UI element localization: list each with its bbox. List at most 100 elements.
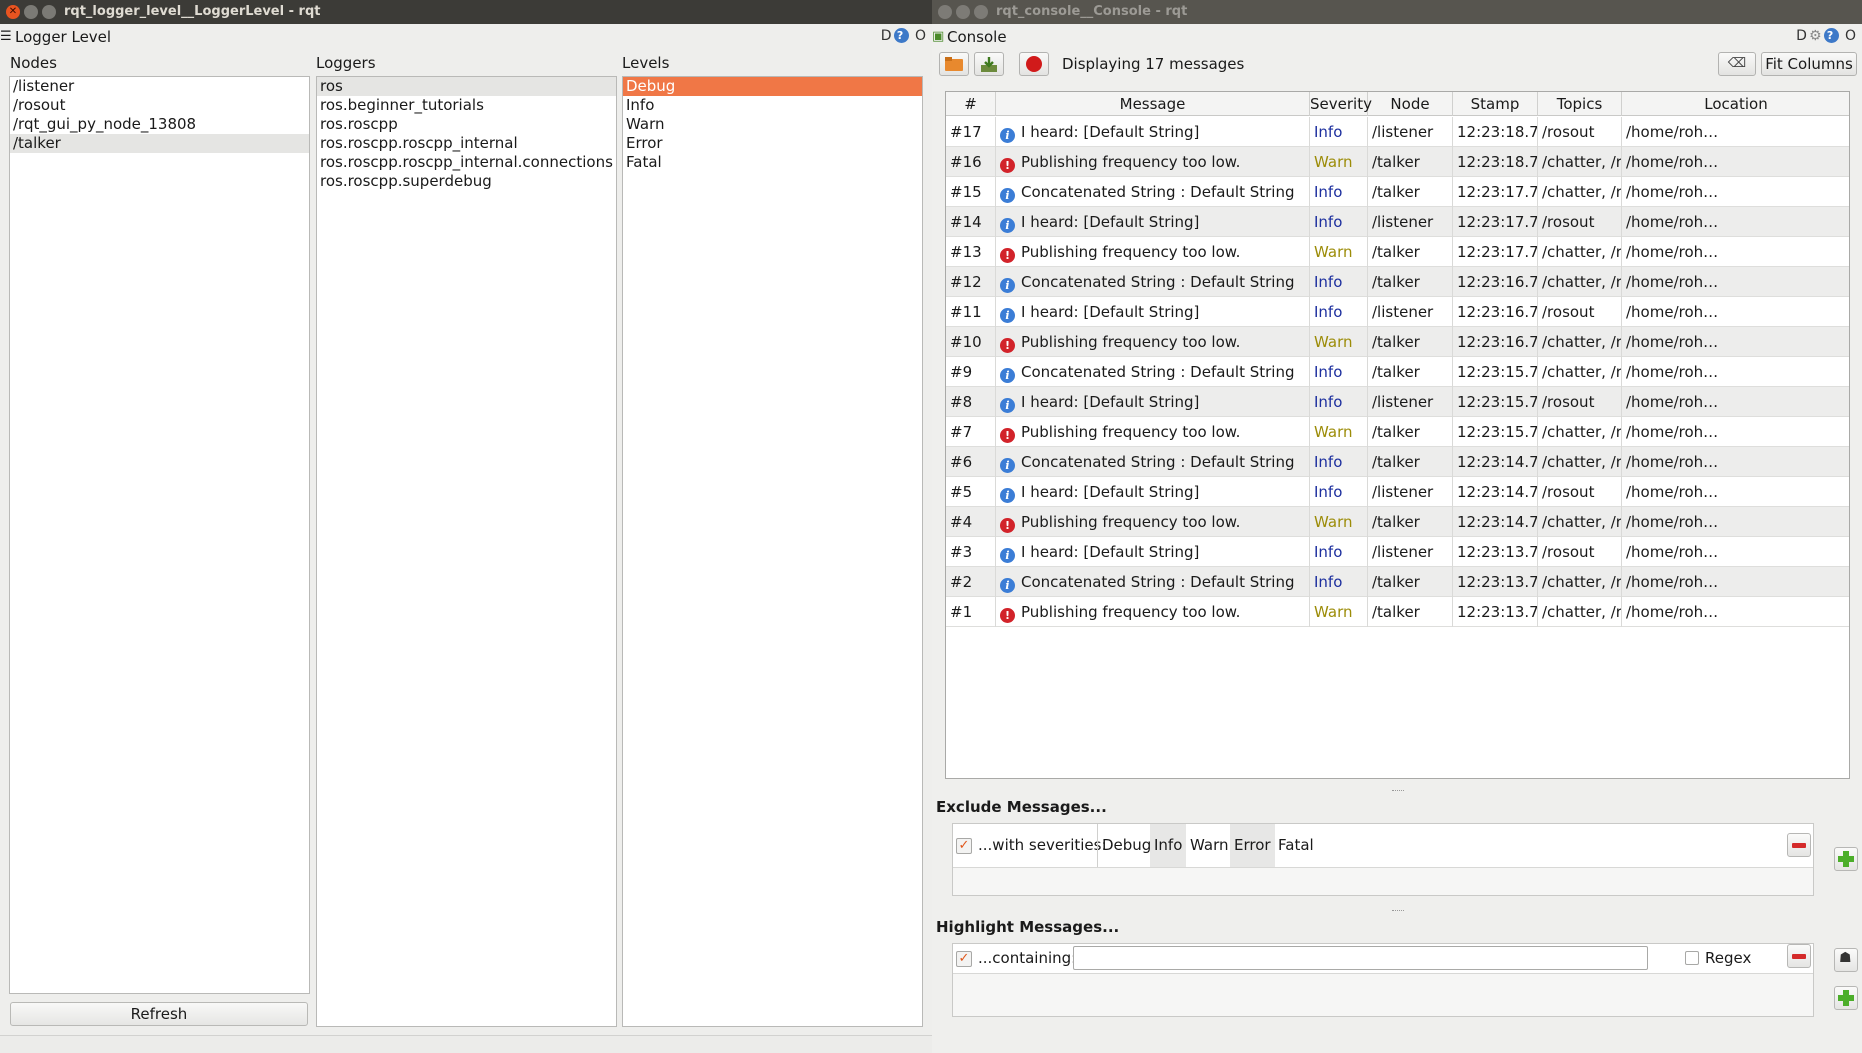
table-row[interactable]: #9 i Concatenated String : Default String I… [946,357,1849,387]
column-header-num[interactable]: # [946,92,996,116]
cell-location: /home/roh… [1622,447,1849,477]
dock-detach-button[interactable]: D [1796,28,1809,44]
node-list-item[interactable]: /talker [10,134,309,153]
add-highlight-filter-button[interactable] [1834,986,1858,1010]
gear-icon[interactable]: ⚙ [1809,28,1824,44]
severity-option-error[interactable]: Error [1230,824,1275,867]
node-list-item[interactable]: /rqt_gui_py_node_13808 [10,115,309,134]
level-list-item[interactable]: Error [623,134,922,153]
highlight-settings-button[interactable]: ☗ [1834,948,1858,972]
maximize-window-button[interactable] [974,5,988,19]
severity-option-debug[interactable]: Debug [1098,824,1155,867]
table-row[interactable]: #1! Publishing frequency too low. Warn/tal… [946,597,1849,627]
cell-severity: Warn [1310,507,1368,537]
level-list-item[interactable]: Warn [623,115,922,134]
refresh-button[interactable]: Refresh [10,1002,308,1026]
column-header-location[interactable]: Location [1622,92,1849,116]
node-list-item[interactable]: /listener [10,77,309,96]
splitter-handle[interactable] [1392,910,1404,913]
table-row[interactable]: #8 i I heard: [Default String] Info/listene… [946,387,1849,417]
levels-list[interactable]: Debug Info Warn Error Fatal [622,76,923,1027]
cell-location: /home/roh… [1622,537,1849,567]
table-row[interactable]: #7! Publishing frequency too low. Warn/tal… [946,417,1849,447]
add-exclude-filter-button[interactable] [1834,847,1858,871]
table-row[interactable]: #11 i I heard: [Default String] Info/listen… [946,297,1849,327]
help-icon[interactable]: ? [1823,28,1839,43]
cell-message: ! Publishing frequency too low. [996,327,1310,357]
nodes-list[interactable]: /listener/rosout/rqt_gui_py_node_13808/t… [9,76,310,994]
close-window-button[interactable] [938,5,952,19]
title-bar: rqt_console__Console - rqt [932,0,1862,24]
fit-columns-button[interactable]: Fit Columns [1761,52,1857,76]
column-header-topics[interactable]: Topics [1538,92,1622,116]
cell-topics: /rosout [1538,537,1622,567]
dock-title-bar: ☰ Logger Level D? O [0,26,932,48]
highlight-text-input[interactable] [1073,946,1648,970]
loggers-list[interactable]: ros ros.beginner_tutorials ros.roscpp ros.r… [316,76,617,1027]
cell-topics: /chatter, /r… [1538,417,1622,447]
cell-severity: Info [1310,387,1368,417]
logger-list-item[interactable]: ros.roscpp.roscpp_internal.connections [317,153,616,172]
table-row[interactable]: #15 i Concatenated String : Default String… [946,177,1849,207]
table-row[interactable]: #14 i I heard: [Default String] Info/listen… [946,207,1849,237]
table-row[interactable]: #16! Publishing frequency too low. Warn/ta… [946,147,1849,177]
maximize-window-button[interactable] [42,5,56,19]
table-row[interactable]: #17 i I heard: [Default String] Info/listen… [946,117,1849,147]
regex-checkbox[interactable] [1685,951,1699,965]
cell-node: /talker [1368,357,1453,387]
table-row[interactable]: #6 i Concatenated String : Default String I… [946,447,1849,477]
warning-icon: ! [1000,608,1015,623]
column-header-node[interactable]: Node [1368,92,1453,116]
table-row[interactable]: #5 i I heard: [Default String] Info/listene… [946,477,1849,507]
highlight-filter-checkbox[interactable]: ✓ [956,951,972,967]
severity-option-warn[interactable]: Warn [1186,824,1232,867]
dock-close-button[interactable]: O [915,28,928,44]
open-button[interactable] [939,52,969,76]
close-window-button[interactable]: ✕ [6,5,20,19]
message-text: I heard: [Default String] [1021,483,1200,501]
table-row[interactable]: #12 i Concatenated String : Default String… [946,267,1849,297]
node-list-item[interactable]: /rosout [10,96,309,115]
table-row[interactable]: #2 i Concatenated String : Default String I… [946,567,1849,597]
cell-message: i I heard: [Default String] [996,297,1310,327]
clear-button[interactable]: ⌫ [1718,52,1756,76]
warning-icon: ! [1000,248,1015,263]
exclude-filter-checkbox[interactable]: ✓ [956,838,972,854]
cell-stamp: 12:23:15.7… [1453,357,1538,387]
message-text: Publishing frequency too low. [1021,513,1241,531]
table-row[interactable]: #3 i I heard: [Default String] Info/listene… [946,537,1849,567]
dock-title: Console [947,28,1007,46]
table-row[interactable]: #13! Publishing frequency too low. Warn/ta… [946,237,1849,267]
logger-list-item[interactable]: ros.roscpp.superdebug [317,172,616,191]
splitter-handle[interactable] [1392,790,1404,793]
table-row[interactable]: #4! Publishing frequency too low. Warn/tal… [946,507,1849,537]
level-list-item[interactable]: Debug [623,77,922,96]
level-list-item[interactable]: Info [623,96,922,115]
cell-location: /home/roh… [1622,327,1849,357]
dock-close-button[interactable]: O [1845,28,1858,44]
remove-highlight-filter-button[interactable] [1787,944,1811,968]
logger-list-item[interactable]: ros.roscpp.roscpp_internal [317,134,616,153]
level-list-item[interactable]: Fatal [623,153,922,172]
minimize-window-button[interactable] [956,5,970,19]
column-header-stamp[interactable]: Stamp [1453,92,1538,116]
minimize-window-button[interactable] [24,5,38,19]
column-header-severity[interactable]: Severity [1310,92,1372,116]
logger-list-item[interactable]: ros.beginner_tutorials [317,96,616,115]
severity-option-fatal[interactable]: Fatal [1274,824,1318,867]
messages-table[interactable]: # Message Severity Node Stamp Topics Location … [945,91,1850,779]
logger-list-item[interactable]: ros [317,77,616,96]
table-row[interactable]: #10! Publishing frequency too low. Warn/ta… [946,327,1849,357]
save-button[interactable] [974,52,1004,76]
pause-record-button[interactable] [1019,52,1049,76]
column-header-message[interactable]: Message [996,92,1310,116]
help-icon[interactable]: ? [893,28,909,43]
dock-detach-button[interactable]: D [881,28,894,44]
highlight-title: Highlight Messages... [936,918,1120,936]
logger-list-item[interactable]: ros.roscpp [317,115,616,134]
severity-option-info[interactable]: Info [1150,824,1187,867]
cell-node: /talker [1368,447,1453,477]
severity-list[interactable]: Debug Info Warn Error Fatal [1097,824,1314,867]
remove-exclude-filter-button[interactable] [1787,833,1811,857]
info-icon: i [1000,218,1015,233]
